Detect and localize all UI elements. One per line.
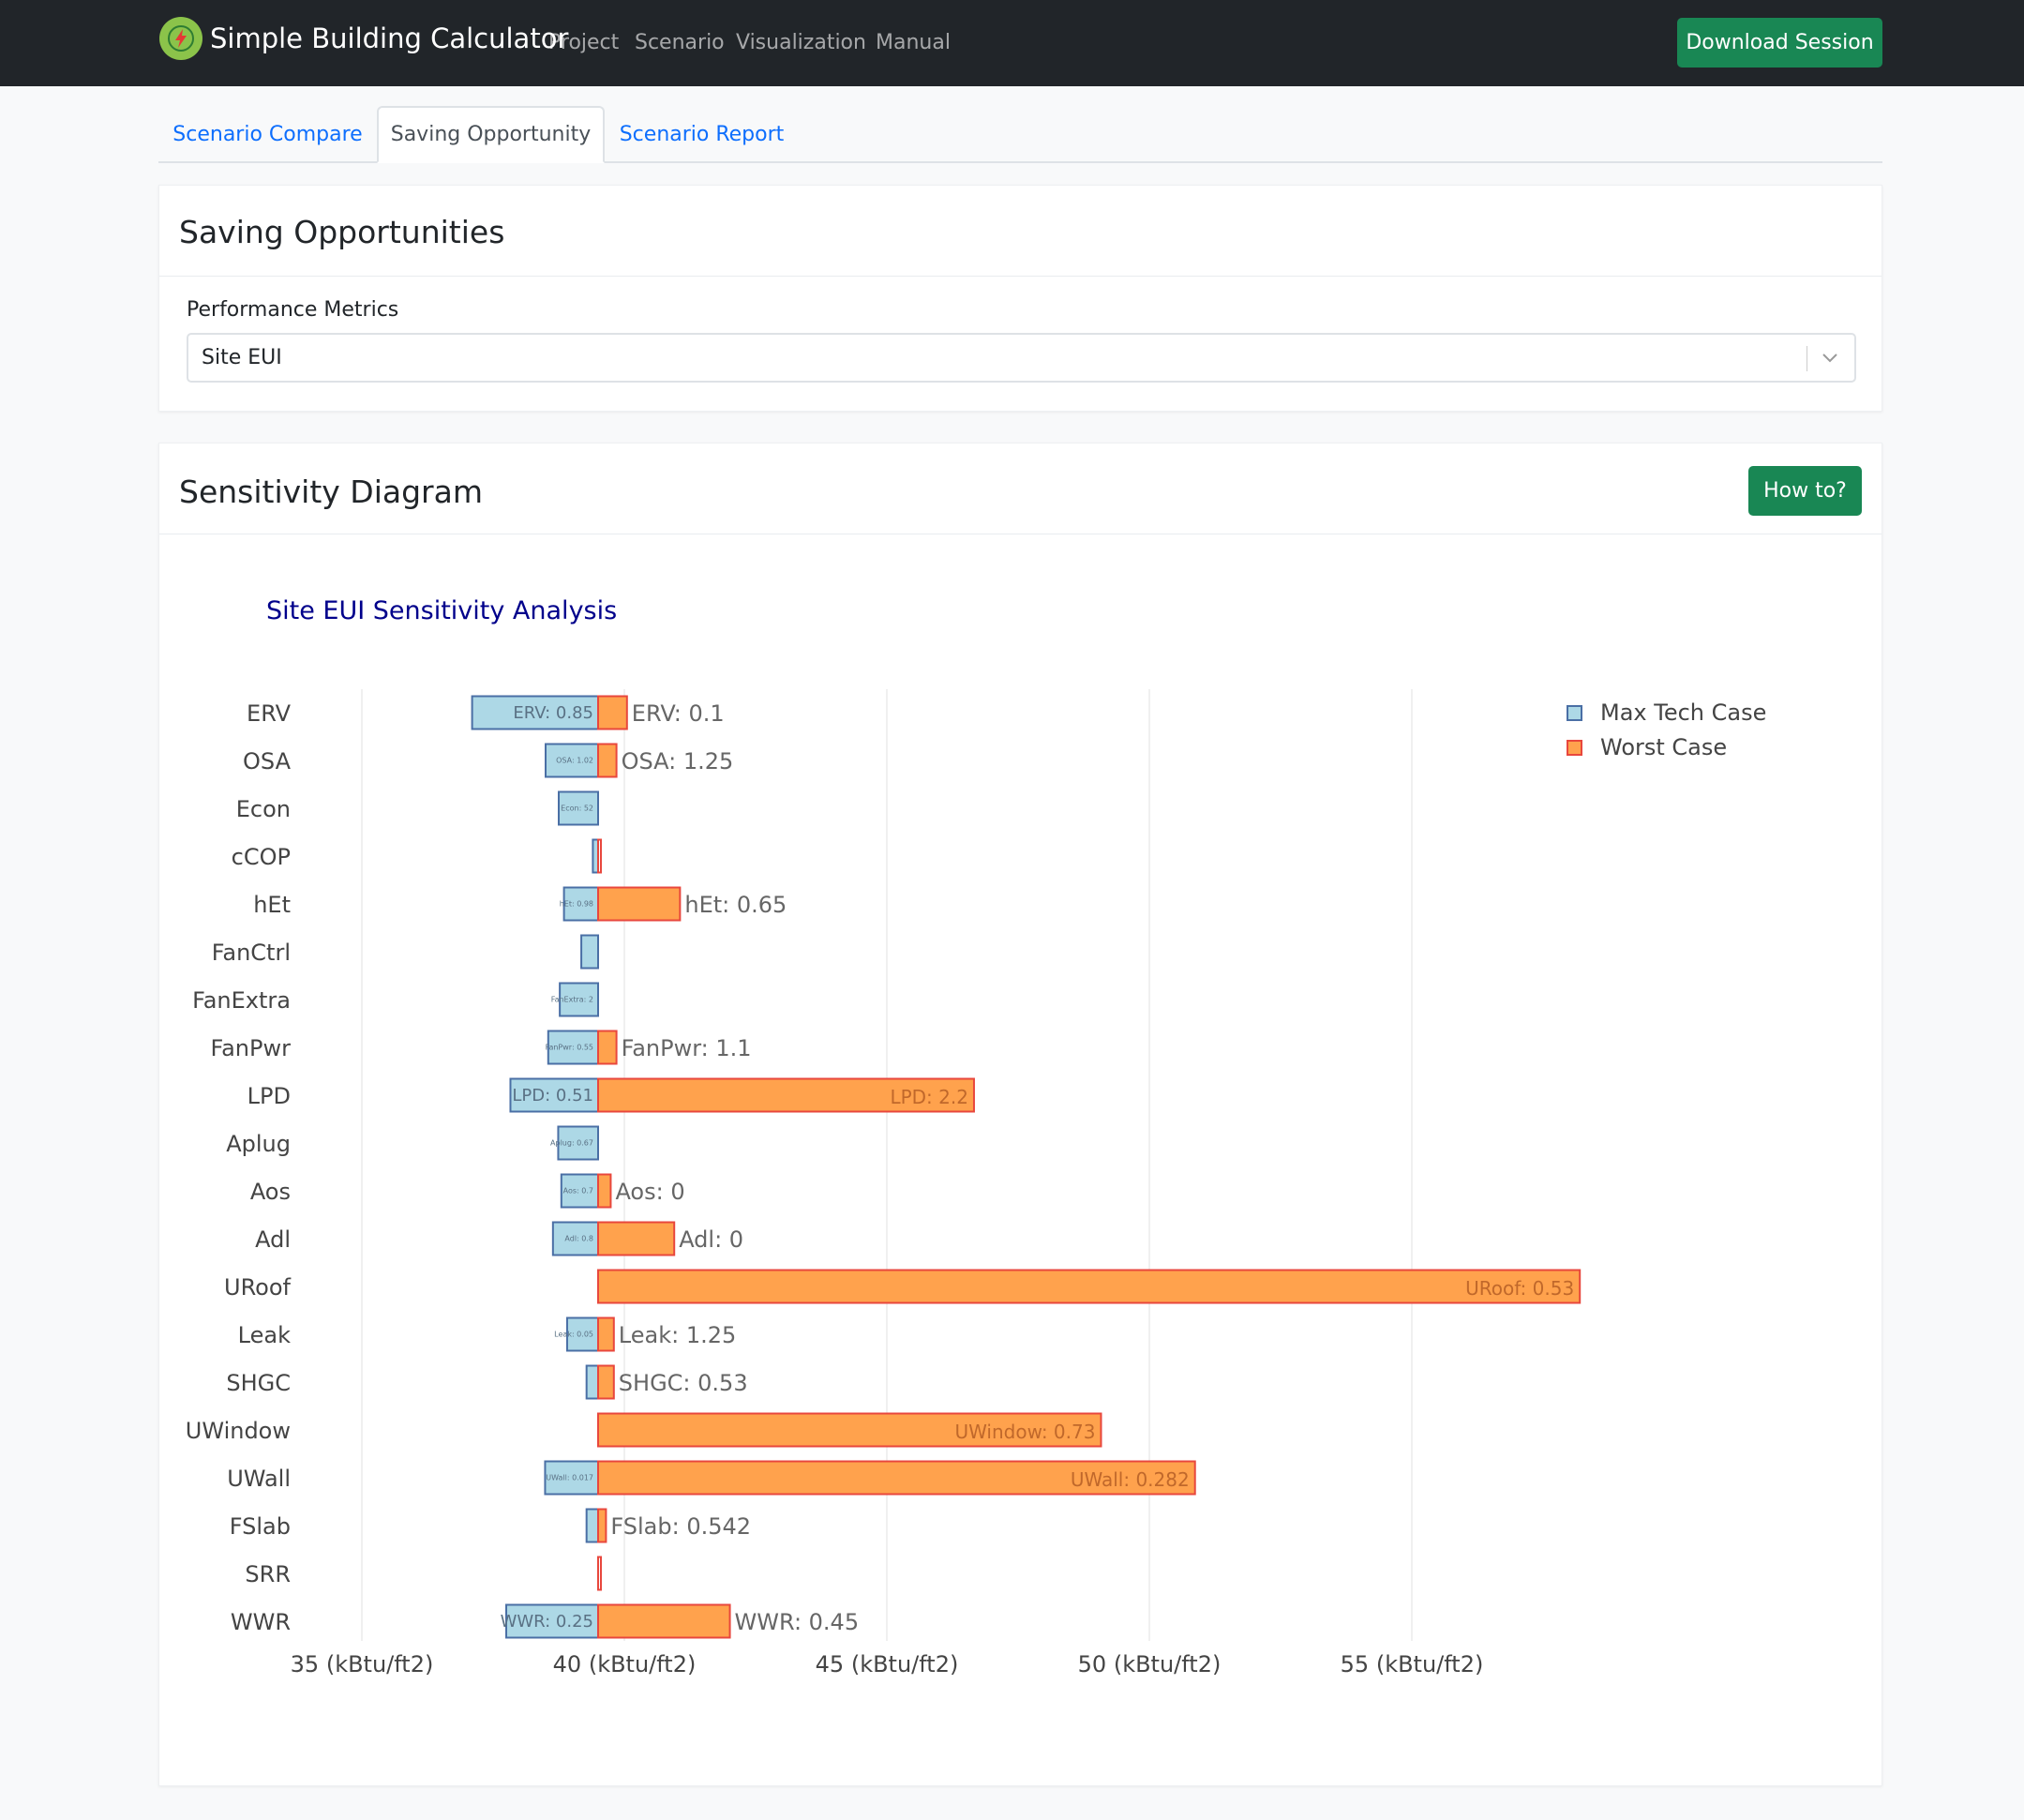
worst-case-bar-label: hEt: 0.65 bbox=[684, 892, 787, 918]
category-label: FanCtrl bbox=[212, 940, 291, 966]
max-tech-bar bbox=[580, 934, 600, 970]
category-label: Leak bbox=[238, 1322, 291, 1348]
x-tick-label: 55 (kBtu/ft2) bbox=[1341, 1651, 1484, 1677]
worst-case-bar-label: ERV: 0.1 bbox=[632, 700, 725, 727]
worst-case-bar-label: URoof: 0.53 bbox=[1465, 1277, 1574, 1300]
max-tech-bar bbox=[585, 1364, 599, 1400]
worst-case-bar-label: Aos: 0 bbox=[615, 1179, 684, 1205]
category-label: Adl bbox=[255, 1226, 291, 1253]
category-label: hEt bbox=[253, 892, 291, 918]
worst-case-bar-label: LPD: 2.2 bbox=[890, 1086, 968, 1108]
max-tech-bar-label: Leak: 0.05 bbox=[554, 1331, 593, 1339]
max-tech-bar-label: LPD: 0.51 bbox=[512, 1086, 593, 1106]
worst-case-bar bbox=[597, 1173, 612, 1209]
worst-case-bar bbox=[597, 743, 618, 778]
category-label: FSlab bbox=[230, 1513, 291, 1540]
max-tech-bar bbox=[585, 1508, 599, 1543]
worst-case-bar bbox=[597, 1603, 731, 1639]
worst-case-bar bbox=[597, 838, 602, 874]
worst-case-bar bbox=[597, 1364, 615, 1400]
max-tech-bar-label: Econ: 52 bbox=[561, 805, 593, 813]
x-tick-label: 40 (kBtu/ft2) bbox=[553, 1651, 697, 1677]
legend-worst-case[interactable]: Worst Case bbox=[1567, 734, 1727, 760]
worst-case-bar bbox=[597, 1030, 618, 1065]
category-label: OSA bbox=[243, 748, 292, 775]
category-label: SHGC bbox=[226, 1370, 291, 1396]
worst-case-bar bbox=[597, 1556, 602, 1591]
sensitivity-chart: 35 (kBtu/ft2) 40 (kBtu/ft2) 45 (kBtu/ft2) 5… bbox=[186, 689, 1582, 1677]
worst-case-bar-label: FSlab: 0.542 bbox=[610, 1513, 751, 1540]
worst-case-swatch bbox=[1567, 739, 1582, 756]
worst-case-bar-label: WWR: 0.45 bbox=[735, 1609, 860, 1635]
x-tick-label: 45 (kBtu/ft2) bbox=[816, 1651, 959, 1677]
category-label: Aplug bbox=[226, 1131, 291, 1157]
worst-case-bar-label: FanPwr: 1.1 bbox=[622, 1035, 752, 1061]
max-tech-bar-label: Aplug: 0.67 bbox=[550, 1139, 593, 1148]
max-tech-bar-label: FanExtra: 2 bbox=[551, 996, 593, 1004]
category-label: SRR bbox=[245, 1561, 291, 1587]
max-tech-bar-label: Adl: 0.8 bbox=[564, 1235, 593, 1243]
x-tick-label: 35 (kBtu/ft2) bbox=[291, 1651, 434, 1677]
worst-case-bar bbox=[597, 886, 682, 922]
max-tech-bar-label: Aos: 0.7 bbox=[563, 1187, 593, 1196]
category-label: ERV bbox=[247, 700, 292, 727]
worst-case-bar bbox=[597, 1221, 676, 1256]
x-tick-label: 50 (kBtu/ft2) bbox=[1078, 1651, 1222, 1677]
max-tech-bar-label: ERV: 0.85 bbox=[513, 703, 593, 723]
worst-case-bar-label: UWindow: 0.73 bbox=[954, 1421, 1095, 1443]
worst-case-bar bbox=[597, 1269, 1582, 1304]
worst-case-bar-label: Adl: 0 bbox=[679, 1226, 743, 1253]
worst-case-bar-label: OSA: 1.25 bbox=[622, 748, 734, 775]
worst-case-bar-label: SHGC: 0.53 bbox=[619, 1370, 748, 1396]
worst-case-bar bbox=[597, 695, 628, 730]
legend-worst-case-label: Worst Case bbox=[1600, 734, 1728, 760]
category-label: Aos bbox=[250, 1179, 291, 1205]
max-tech-bar-label: hEt: 0.98 bbox=[560, 900, 593, 909]
category-label: FanExtra bbox=[192, 987, 291, 1014]
max-tech-swatch bbox=[1567, 704, 1582, 721]
max-tech-bar-label: WWR: 0.25 bbox=[501, 1612, 593, 1632]
category-label: FanPwr bbox=[211, 1035, 292, 1061]
max-tech-bar-label: OSA: 1.02 bbox=[556, 757, 593, 765]
max-tech-bar-label: FanPwr: 0.55 bbox=[546, 1044, 593, 1052]
legend-max-tech-label: Max Tech Case bbox=[1600, 699, 1767, 726]
legend-max-tech[interactable]: Max Tech Case bbox=[1567, 699, 1766, 726]
worst-case-bar bbox=[597, 1316, 615, 1352]
category-label: cCOP bbox=[232, 844, 291, 870]
worst-case-bar-label: Leak: 1.25 bbox=[619, 1322, 736, 1348]
max-tech-bar-label: UWall: 0.017 bbox=[546, 1474, 593, 1482]
category-label: LPD bbox=[247, 1083, 291, 1109]
category-label: UWall bbox=[227, 1466, 291, 1492]
category-label: URoof bbox=[224, 1274, 292, 1301]
worst-case-bar-label: UWall: 0.282 bbox=[1071, 1468, 1190, 1491]
category-label: Econ bbox=[236, 796, 291, 822]
category-label: WWR bbox=[231, 1609, 291, 1635]
category-label: UWindow bbox=[186, 1418, 291, 1444]
worst-case-bar bbox=[597, 1508, 607, 1543]
